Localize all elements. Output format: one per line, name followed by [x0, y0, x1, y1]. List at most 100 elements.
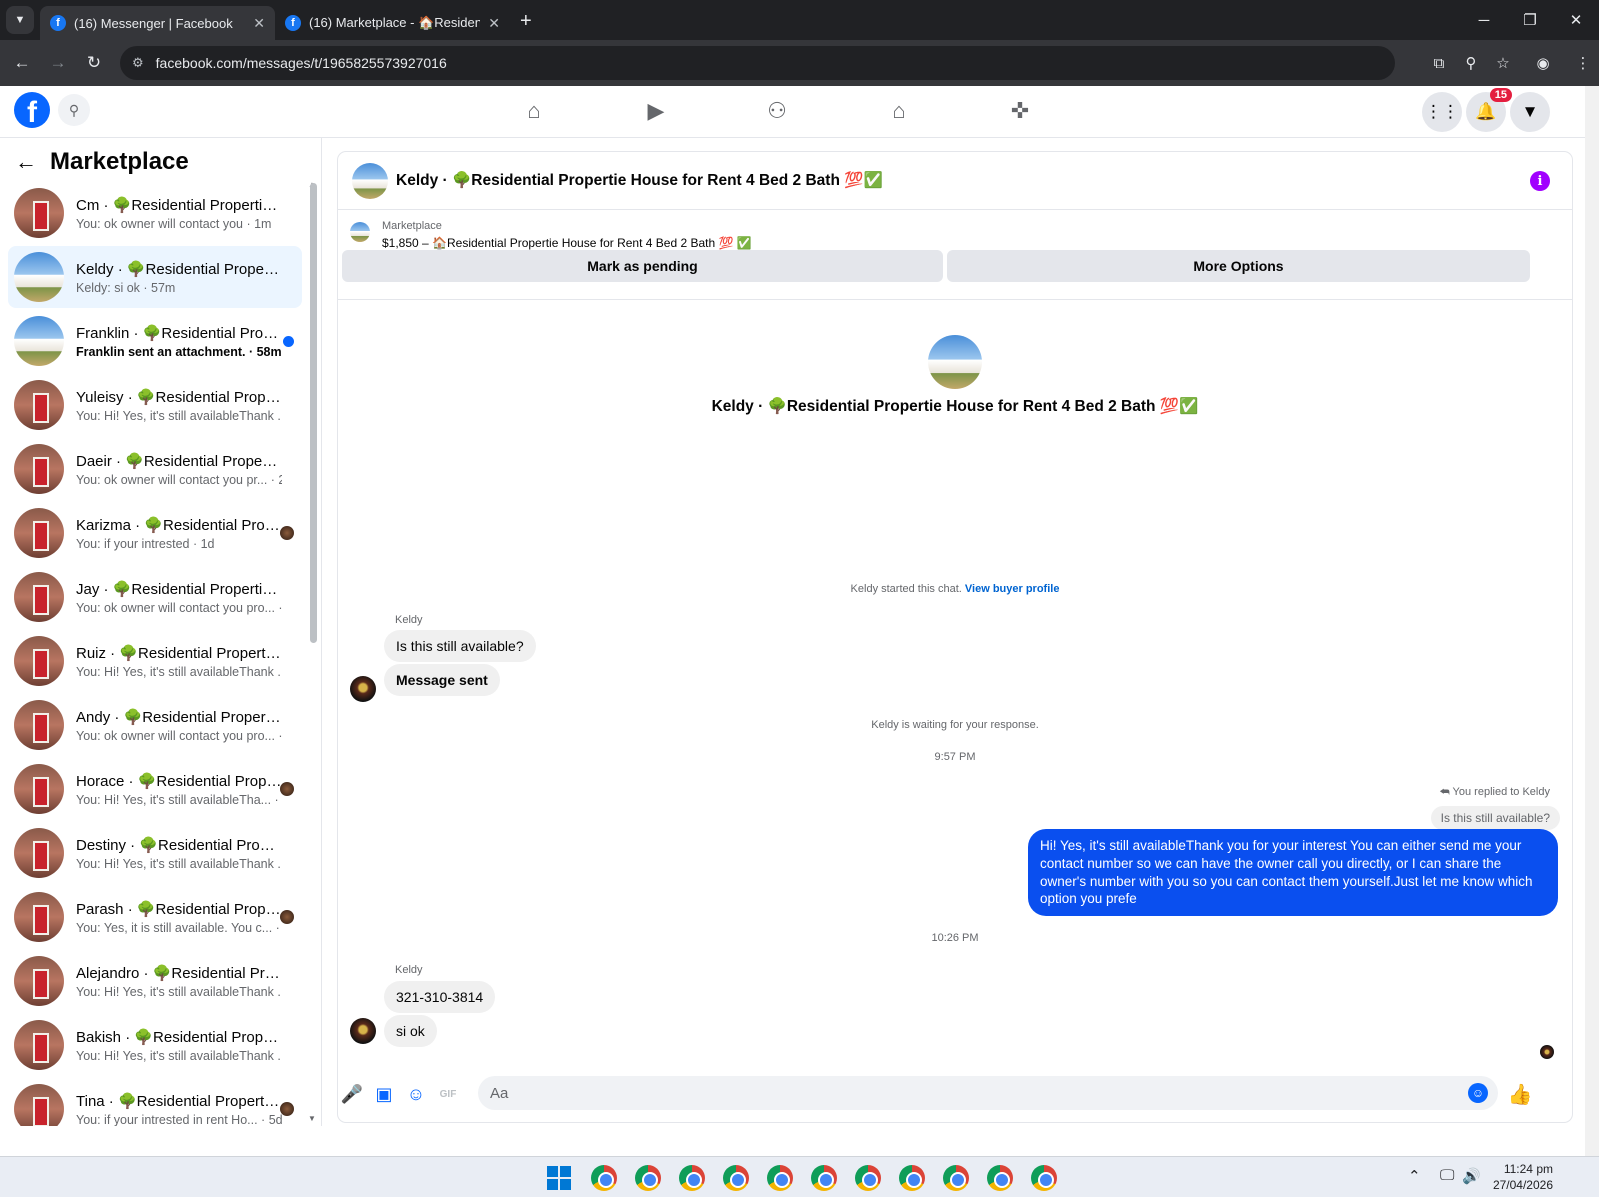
- conversation-avatar: [14, 1020, 64, 1070]
- close-tab-icon[interactable]: ✕: [253, 15, 265, 32]
- page-scrollbar[interactable]: [1585, 86, 1599, 1156]
- emoji-icon[interactable]: ☺: [1468, 1083, 1488, 1103]
- windows-start-icon[interactable]: [547, 1166, 571, 1190]
- notifications-bell-icon[interactable]: 🔔 15: [1466, 88, 1512, 132]
- conversation-text: Tina · 🌳Residential Propertie House for …: [76, 1092, 302, 1127]
- close-tab-icon[interactable]: ✕: [488, 15, 500, 32]
- zoom-icon[interactable]: ⚲: [1455, 54, 1487, 72]
- chat-title[interactable]: Keldy · 🌳Residential Propertie House for…: [396, 171, 883, 190]
- conversation-preview: You: Hi! Yes, it's still availableTha...…: [76, 792, 282, 807]
- incoming-message[interactable]: Message sent: [384, 664, 500, 696]
- photo-icon[interactable]: ▣: [372, 1082, 396, 1106]
- chrome-taskbar-icon[interactable]: [855, 1165, 881, 1191]
- chrome-taskbar-icon[interactable]: [943, 1165, 969, 1191]
- conversation-item[interactable]: Daeir · 🌳Residential Propertie House for…: [8, 438, 302, 500]
- tab-title: (16) Marketplace - 🏠Residential: [309, 15, 481, 30]
- profile-icon[interactable]: ◉: [1519, 54, 1567, 72]
- chat-avatar[interactable]: [352, 162, 388, 199]
- conversation-item[interactable]: Alejandro · 🌳Residential Propertie House…: [8, 950, 302, 1012]
- sender-name: Keldy: [395, 964, 423, 976]
- more-options-button[interactable]: More Options: [947, 250, 1530, 282]
- account-chevron-icon[interactable]: ▼: [1510, 92, 1550, 132]
- conversation-item[interactable]: Jay · 🌳Residential Propertie House for R…: [8, 566, 302, 628]
- conversation-item[interactable]: Franklin · 🌳Residential Propertie House …: [8, 310, 302, 372]
- timestamp: 10:26 PM: [931, 932, 979, 944]
- outgoing-message[interactable]: Hi! Yes, it's still availableThank you f…: [1028, 829, 1558, 917]
- chrome-taskbar-icon[interactable]: [987, 1165, 1013, 1191]
- like-thumb-icon[interactable]: 👍: [1508, 1082, 1533, 1106]
- conversation-item[interactable]: Bakish · 🌳Residential Propertie House fo…: [8, 1014, 302, 1076]
- video-icon[interactable]: ▶: [641, 98, 671, 124]
- install-app-icon[interactable]: ⧉: [1423, 55, 1455, 72]
- site-info-icon[interactable]: ⚙: [132, 55, 144, 71]
- sticker-icon[interactable]: ☺: [404, 1082, 428, 1106]
- message-input[interactable]: Aa ☺: [478, 1076, 1498, 1110]
- chrome-taskbar-icon[interactable]: [635, 1165, 661, 1191]
- sidebar-scrollbar[interactable]: [310, 183, 317, 643]
- mark-as-pending-button[interactable]: Mark as pending: [342, 250, 943, 282]
- chrome-taskbar-icon[interactable]: [1031, 1165, 1057, 1191]
- home-icon[interactable]: ⌂: [519, 98, 549, 124]
- chrome-taskbar-icon[interactable]: [811, 1165, 837, 1191]
- conversation-item[interactable]: Keldy · 🌳Residential Propertie House for…: [8, 246, 302, 308]
- conversation-item[interactable]: Karizma · 🌳Residential Propertie House f…: [8, 502, 302, 564]
- tab-marketplace[interactable]: f (16) Marketplace - 🏠Residential ✕: [275, 6, 510, 40]
- incoming-message[interactable]: si ok: [384, 1015, 437, 1047]
- reload-icon[interactable]: ↻: [76, 45, 112, 81]
- bookmark-star-icon[interactable]: ☆: [1487, 54, 1519, 72]
- conversation-item[interactable]: Yuleisy · 🌳Residential Propertie House f…: [8, 374, 302, 436]
- conversation-text: Yuleisy · 🌳Residential Propertie House f…: [76, 388, 302, 423]
- friends-icon[interactable]: ⚇: [762, 98, 792, 124]
- minimize-icon[interactable]: ─: [1461, 0, 1507, 40]
- conversation-preview: You: Hi! Yes, it's still availableThank …: [76, 984, 282, 999]
- conversation-item[interactable]: Andy · 🌳Residential Propertie House for …: [8, 694, 302, 756]
- chrome-taskbar-icon[interactable]: [723, 1165, 749, 1191]
- info-icon[interactable]: i: [1530, 171, 1550, 191]
- menu-grid-icon[interactable]: ⋮⋮: [1422, 92, 1462, 132]
- chrome-menu-icon[interactable]: ⋮: [1567, 54, 1599, 72]
- network-icon[interactable]: 🖵: [1440, 1167, 1454, 1184]
- forward-icon[interactable]: →: [40, 45, 76, 81]
- scroll-down-icon[interactable]: ▼: [308, 1114, 316, 1123]
- conversation-item[interactable]: Destiny · 🌳Residential Propertie House f…: [8, 822, 302, 884]
- search-icon[interactable]: ⚲: [58, 94, 90, 126]
- sender-avatar[interactable]: [350, 676, 376, 702]
- reply-note-text: You replied to Keldy: [1452, 786, 1550, 798]
- conversation-item[interactable]: Ruiz · 🌳Residential Propertie House for …: [8, 630, 302, 692]
- chrome-taskbar-icon[interactable]: [899, 1165, 925, 1191]
- chrome-taskbar-icon[interactable]: [679, 1165, 705, 1191]
- conversation-item[interactable]: Horace · 🌳Residential Propertie House fo…: [8, 758, 302, 820]
- close-window-icon[interactable]: ✕: [1553, 0, 1599, 40]
- back-arrow-icon[interactable]: ←: [10, 146, 42, 178]
- microphone-icon[interactable]: 🎤: [340, 1082, 364, 1106]
- volume-icon[interactable]: 🔊: [1462, 1167, 1481, 1185]
- incoming-message[interactable]: 321-310-3814: [384, 981, 496, 1013]
- conversation-item[interactable]: Cm · 🌳Residential Propertie House for Re…: [8, 182, 302, 244]
- conversation-item[interactable]: Parash · 🌳Residential Propertie House fo…: [8, 886, 302, 948]
- tray-chevron-icon[interactable]: ⌃: [1408, 1167, 1421, 1185]
- reply-quote[interactable]: Is this still available?: [1430, 806, 1560, 830]
- sender-avatar[interactable]: [350, 1018, 376, 1044]
- tab-search-chevron-icon[interactable]: ▼: [6, 6, 34, 34]
- conversation-item[interactable]: Tina · 🌳Residential Propertie House for …: [8, 1078, 302, 1126]
- listing-price-title[interactable]: $1,850 – 🏠Residential Propertie House fo…: [382, 236, 752, 250]
- gif-icon[interactable]: GIF: [436, 1082, 460, 1106]
- new-tab-icon[interactable]: +: [520, 10, 532, 33]
- view-buyer-profile-link[interactable]: View buyer profile: [965, 583, 1060, 595]
- incoming-message[interactable]: Is this still available?: [384, 630, 536, 662]
- conversation-preview: You: ok owner will contact you · 1m: [76, 216, 272, 231]
- restore-icon[interactable]: ❐: [1507, 0, 1553, 40]
- chrome-taskbar-icon[interactable]: [767, 1165, 793, 1191]
- url-field[interactable]: ⚙ facebook.com/messages/t/19658255739270…: [120, 46, 1395, 80]
- seen-avatar: [280, 910, 294, 924]
- tab-messenger[interactable]: f (16) Messenger | Facebook ✕: [40, 6, 275, 40]
- conversation-avatar: [14, 252, 64, 302]
- conversation-preview: You: Hi! Yes, it's still availableThank …: [76, 856, 282, 871]
- system-clock[interactable]: 11:24 pm 27/04/2026: [1493, 1161, 1553, 1193]
- marketplace-icon[interactable]: ⌂: [884, 98, 914, 124]
- gaming-icon[interactable]: ✜: [1005, 98, 1035, 124]
- facebook-logo-icon[interactable]: f: [14, 92, 50, 128]
- back-icon[interactable]: ←: [4, 45, 40, 81]
- chrome-taskbar-icon[interactable]: [591, 1165, 617, 1191]
- listing-thumbnail[interactable]: [350, 222, 370, 242]
